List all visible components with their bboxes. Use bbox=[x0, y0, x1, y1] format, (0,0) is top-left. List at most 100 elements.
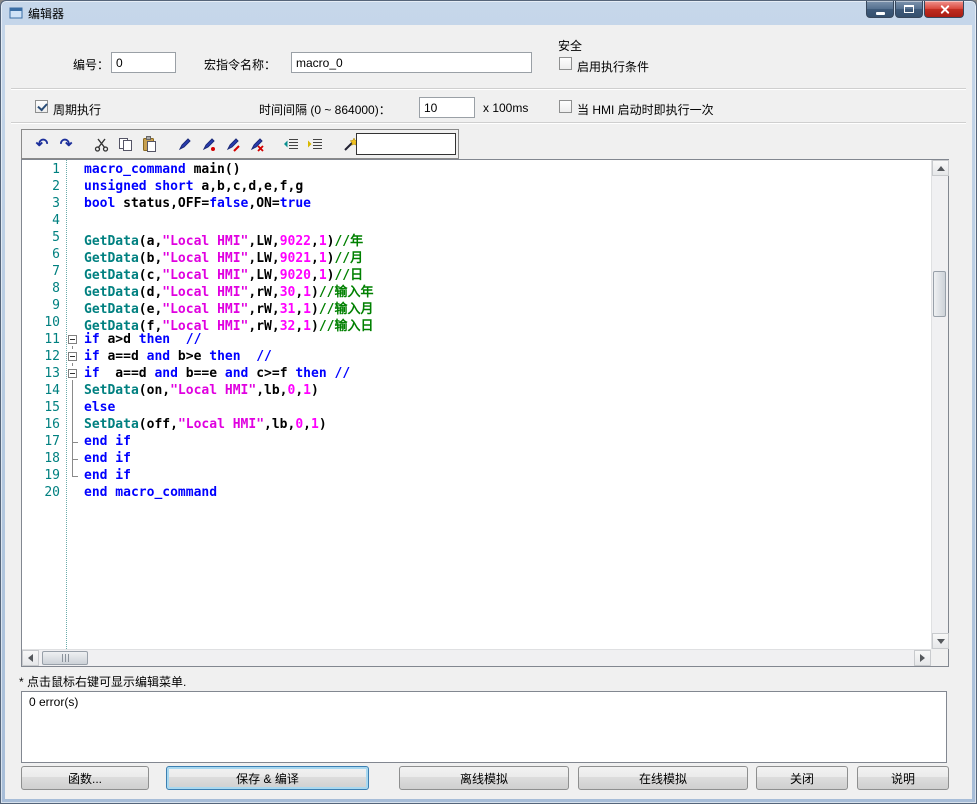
code-text: macro_command main() bbox=[80, 162, 241, 179]
line-number: 13 bbox=[22, 366, 66, 383]
code-text: if a==d and b==e and c>=f then // bbox=[80, 366, 350, 383]
down-arrow-icon bbox=[937, 639, 945, 644]
right-arrow-icon bbox=[920, 654, 925, 662]
fold-margin bbox=[66, 451, 80, 468]
close-button[interactable] bbox=[924, 1, 964, 18]
number-label: 编号： bbox=[45, 56, 109, 73]
save-compile-button[interactable]: 保存 & 编译 bbox=[166, 766, 369, 790]
window-title: 编辑器 bbox=[28, 5, 64, 22]
close-dialog-button[interactable]: 关闭 bbox=[756, 766, 848, 790]
bookmark-clear-icon[interactable] bbox=[244, 132, 268, 156]
minimize-icon bbox=[876, 12, 885, 15]
code-text: unsigned short a,b,c,d,e,f,g bbox=[80, 179, 303, 196]
outdent-icon[interactable] bbox=[279, 132, 303, 156]
code-text: else bbox=[80, 400, 115, 417]
horizontal-scroll-thumb[interactable] bbox=[42, 651, 88, 665]
periodic-checkbox[interactable] bbox=[35, 100, 48, 113]
line-number: 18 bbox=[22, 451, 66, 468]
scroll-down-button[interactable] bbox=[932, 633, 949, 649]
security-section-label: 安全 bbox=[558, 37, 582, 54]
vertical-scroll-thumb[interactable] bbox=[933, 271, 946, 317]
code-text: GetData(e,"Local HMI",rW,31,1)//输入月 bbox=[80, 298, 373, 315]
fold-margin bbox=[66, 264, 80, 281]
fold-margin bbox=[66, 383, 80, 400]
fold-marker[interactable] bbox=[66, 332, 80, 349]
collapse-box-icon[interactable] bbox=[68, 335, 77, 344]
fold-marker[interactable] bbox=[66, 366, 80, 383]
titlebar[interactable]: 编辑器 bbox=[1, 1, 976, 25]
editor-code-area[interactable]: 1macro_command main()2unsigned short a,b… bbox=[22, 160, 931, 649]
search-input[interactable] bbox=[356, 133, 456, 155]
fold-margin bbox=[66, 213, 80, 230]
collapse-box-icon[interactable] bbox=[68, 352, 77, 361]
enable-condition-checkbox[interactable] bbox=[559, 57, 572, 70]
enable-condition-label[interactable]: 启用执行条件 bbox=[577, 58, 649, 75]
code-line: 4 bbox=[22, 213, 931, 230]
copy-icon[interactable] bbox=[113, 132, 137, 156]
code-line: 11if a>d then // bbox=[22, 332, 931, 349]
interval-unit-label: x 100ms bbox=[483, 101, 528, 115]
code-line: 8 GetData(d,"Local HMI",rW,30,1)//输入年 bbox=[22, 281, 931, 298]
maximize-button[interactable] bbox=[895, 1, 923, 18]
scroll-right-button[interactable] bbox=[914, 650, 931, 666]
window-controls bbox=[865, 1, 964, 18]
redo-icon[interactable]: ↷ bbox=[54, 132, 78, 156]
maximize-icon bbox=[904, 5, 914, 13]
window-icon bbox=[9, 6, 23, 20]
vertical-scrollbar[interactable] bbox=[931, 160, 948, 649]
message-output-box: 0 error(s) bbox=[21, 691, 947, 763]
line-number: 20 bbox=[22, 485, 66, 502]
code-text bbox=[80, 213, 84, 230]
fold-marker[interactable] bbox=[66, 349, 80, 366]
bookmark-next-icon[interactable] bbox=[220, 132, 244, 156]
startup-label[interactable]: 当 HMI 启动时即执行一次 bbox=[577, 101, 714, 118]
vertical-scroll-track[interactable] bbox=[932, 176, 948, 633]
code-text: bool status,OFF=false,ON=true bbox=[80, 196, 311, 213]
code-line: 18end if bbox=[22, 451, 931, 468]
minimize-button[interactable] bbox=[866, 1, 894, 18]
code-line: 2unsigned short a,b,c,d,e,f,g bbox=[22, 179, 931, 196]
macro-name-input[interactable] bbox=[291, 52, 532, 73]
line-number: 8 bbox=[22, 281, 66, 298]
code-text: SetData(on,"Local HMI",lb,0,1) bbox=[80, 383, 319, 400]
code-text: GetData(f,"Local HMI",rW,32,1)//输入日 bbox=[80, 315, 373, 332]
bookmark-prev-icon[interactable] bbox=[196, 132, 220, 156]
code-line: 3bool status,OFF=false,ON=true bbox=[22, 196, 931, 213]
fold-margin bbox=[66, 468, 80, 485]
interval-input[interactable] bbox=[419, 97, 475, 118]
undo-icon[interactable]: ↶ bbox=[30, 132, 54, 156]
code-text: end macro_command bbox=[80, 485, 217, 502]
scroll-left-button[interactable] bbox=[22, 650, 39, 666]
help-button[interactable]: 说明 bbox=[857, 766, 949, 790]
line-number: 6 bbox=[22, 247, 66, 264]
paste-icon[interactable] bbox=[137, 132, 161, 156]
code-line: 14SetData(on,"Local HMI",lb,0,1) bbox=[22, 383, 931, 400]
online-simulation-button[interactable]: 在线模拟 bbox=[578, 766, 748, 790]
code-text: end if bbox=[80, 434, 131, 451]
separator-line bbox=[11, 122, 966, 124]
horizontal-scrollbar[interactable] bbox=[22, 649, 931, 666]
code-line: 13 if a==d and b==e and c>=f then // bbox=[22, 366, 931, 383]
startup-checkbox[interactable] bbox=[559, 100, 572, 113]
code-text: if a==d and b>e then // bbox=[80, 349, 272, 366]
line-number: 10 bbox=[22, 315, 66, 332]
cut-icon[interactable] bbox=[89, 132, 113, 156]
bookmark-toggle-icon[interactable] bbox=[172, 132, 196, 156]
code-line: 16SetData(off,"Local HMI",lb,0,1) bbox=[22, 417, 931, 434]
number-input[interactable] bbox=[111, 52, 176, 73]
offline-simulation-button[interactable]: 离线模拟 bbox=[399, 766, 569, 790]
editor-window: 编辑器 编号： 宏指令名称： 安全 启用执行条件 周期执行 时间间隔 (0 ~ … bbox=[0, 0, 977, 804]
code-text: GetData(b,"Local HMI",LW,9021,1)//月 bbox=[80, 247, 363, 264]
scroll-up-button[interactable] bbox=[932, 160, 949, 176]
horizontal-scroll-track[interactable] bbox=[39, 650, 914, 666]
code-text: if a>d then // bbox=[80, 332, 201, 349]
periodic-label[interactable]: 周期执行 bbox=[53, 101, 101, 118]
code-line: 1macro_command main() bbox=[22, 162, 931, 179]
error-count-text: 0 error(s) bbox=[29, 695, 78, 709]
line-number: 9 bbox=[22, 298, 66, 315]
code-text: GetData(d,"Local HMI",rW,30,1)//输入年 bbox=[80, 281, 373, 298]
functions-button[interactable]: 函数... bbox=[21, 766, 149, 790]
collapse-box-icon[interactable] bbox=[68, 369, 77, 378]
indent-icon[interactable] bbox=[303, 132, 327, 156]
code-line: 19end if bbox=[22, 468, 931, 485]
